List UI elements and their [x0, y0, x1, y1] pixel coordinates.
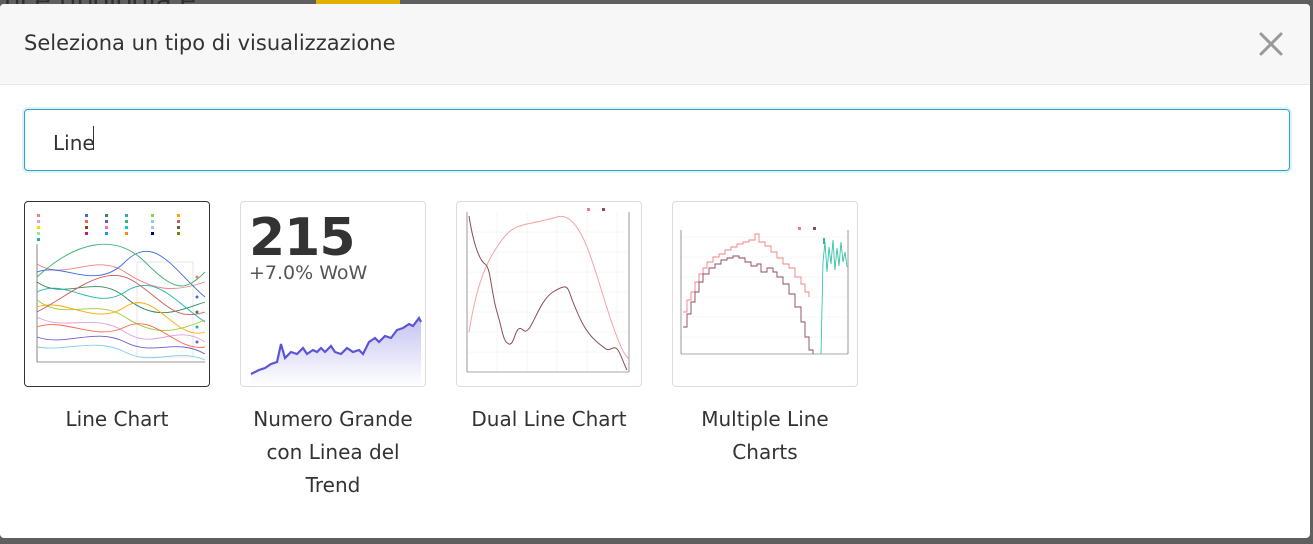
search-input[interactable]: Line — [53, 125, 1261, 155]
card-label: Numero Grande con Linea del Trend — [253, 407, 413, 497]
dual-line-preview-image — [466, 208, 630, 373]
trendline-preview-image — [250, 315, 422, 386]
modal-header: Seleziona un tipo di visualizzazione — [0, 4, 1310, 85]
card-label: Line Chart — [65, 407, 169, 431]
line-chart-thumbnail — [24, 201, 210, 387]
card-dual-line-chart[interactable]: Dual Line Chart — [456, 201, 642, 502]
close-icon — [1259, 32, 1283, 56]
search-field[interactable]: Line — [24, 109, 1290, 171]
visualization-type-modal: Seleziona un tipo di visualizzazione Lin… — [0, 4, 1310, 538]
close-button[interactable] — [1256, 26, 1286, 62]
visualization-card-list: Line Chart 215 +7.0% WoW Numero Grande c… — [24, 201, 858, 502]
multiple-line-preview-image — [680, 227, 849, 355]
card-line-chart[interactable]: Line Chart — [24, 201, 210, 502]
big-number-thumbnail: 215 +7.0% WoW — [240, 201, 426, 387]
dual-line-thumbnail — [456, 201, 642, 387]
modal-title: Seleziona un tipo di visualizzazione — [24, 31, 396, 55]
card-label: Multiple Line Charts — [701, 407, 829, 464]
card-multiple-line-charts[interactable]: Multiple Line Charts — [672, 201, 858, 502]
card-big-number-trendline[interactable]: 215 +7.0% WoW Numero Grande con Linea de… — [240, 201, 426, 502]
line-chart-preview-image — [36, 214, 206, 363]
multiple-line-thumbnail — [672, 201, 858, 387]
search-value: Line — [53, 130, 95, 155]
card-label: Dual Line Chart — [471, 407, 627, 431]
text-caret — [92, 125, 94, 150]
